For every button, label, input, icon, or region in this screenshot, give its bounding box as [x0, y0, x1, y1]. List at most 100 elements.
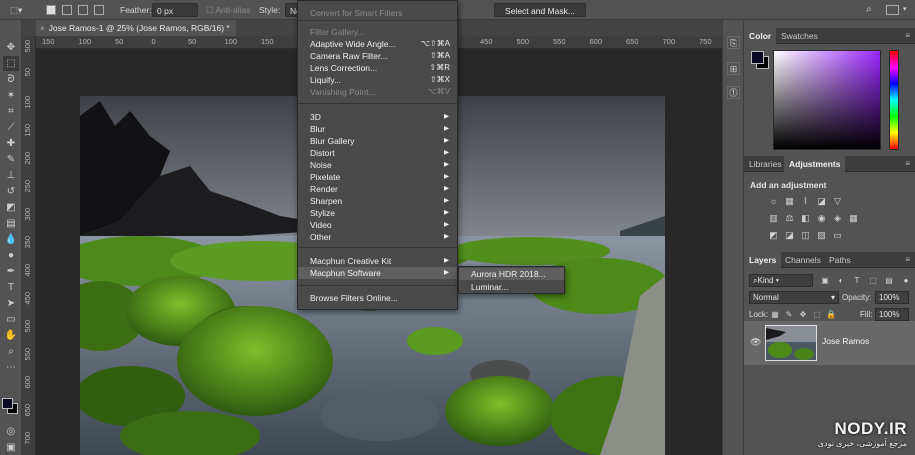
filter-menu-item[interactable]: Macphun Software ▶ — [298, 267, 457, 279]
filter-menu-item[interactable]: Pixelate ▶ — [298, 171, 457, 183]
lock-artboard-icon[interactable]: ⬚ — [812, 308, 822, 321]
color-balance-icon[interactable]: ⚖ — [784, 213, 795, 224]
close-tab-icon[interactable]: × — [40, 24, 45, 33]
dodge-tool-icon[interactable]: ● — [3, 248, 19, 263]
black-white-icon[interactable]: ◧ — [800, 213, 811, 224]
properties-panel-icon[interactable]: ⊞ — [727, 62, 740, 75]
info-panel-icon[interactable]: ⓵ — [727, 86, 740, 99]
gradient-map-icon[interactable]: ▭ — [832, 230, 843, 241]
filter-menu-item[interactable]: Video ▶ — [298, 219, 457, 231]
filter-menu-item[interactable]: Lens Correction... ⇧⌘R — [298, 62, 457, 74]
filter-menu-item[interactable]: Camera Raw Filter... ⇧⌘A — [298, 50, 457, 62]
layer-item[interactable]: 👁 Jose Ramos — [744, 321, 915, 365]
path-selection-tool-icon[interactable]: ➤ — [3, 296, 19, 311]
tab-channels[interactable]: Channels — [780, 252, 826, 268]
brightness-contrast-icon[interactable]: ☼ — [768, 196, 779, 207]
workspace-icon[interactable] — [886, 5, 899, 15]
clone-stamp-tool-icon[interactable]: ⊥ — [3, 168, 19, 183]
selective-color-icon[interactable]: ▧ — [816, 230, 827, 241]
color-spectrum-field[interactable] — [773, 50, 881, 171]
filter-menu-item[interactable]: Sharpen ▶ — [298, 195, 457, 207]
new-selection-mode-icon[interactable] — [46, 5, 56, 15]
ruler-vertical[interactable]: 500 50 100 150 200 250 300 350 400 450 500 550 600 65… — [22, 36, 36, 455]
hand-tool-icon[interactable]: ✋ — [3, 328, 19, 343]
quick-mask-icon[interactable]: ◎ — [3, 424, 19, 439]
filter-menu-item[interactable]: Adaptive Wide Angle... ⌥⇧⌘A — [298, 38, 457, 50]
filter-menu-item[interactable]: Macphun Creative Kit ▶ — [298, 255, 457, 267]
filter-menu-item[interactable]: Stylize ▶ — [298, 207, 457, 219]
move-tool-icon[interactable]: ✥ — [3, 40, 19, 55]
filter-menu-item[interactable]: Noise ▶ — [298, 159, 457, 171]
workspace-chevron-icon[interactable]: ▾ — [903, 3, 907, 17]
intersect-selection-mode-icon[interactable] — [94, 5, 104, 15]
filter-menu-item[interactable]: Blur ▶ — [298, 123, 457, 135]
lock-all-icon[interactable]: 🔒 — [826, 308, 836, 321]
pixel-filter-icon[interactable]: ▣ — [820, 274, 830, 287]
exposure-icon[interactable]: ◪ — [816, 196, 827, 207]
curves-icon[interactable]: ⌇ — [800, 196, 811, 207]
hue-saturation-icon[interactable]: ▥ — [768, 213, 779, 224]
filter-menu-item[interactable]: Blur Gallery ▶ — [298, 135, 457, 147]
eyedropper-tool-icon[interactable]: ⟋ — [3, 120, 19, 135]
adjustment-filter-icon[interactable]: ◐ — [836, 274, 846, 287]
threshold-icon[interactable]: ◫ — [800, 230, 811, 241]
subtract-selection-mode-icon[interactable] — [78, 5, 88, 15]
search-icon[interactable]: ⌕ — [866, 3, 872, 17]
filter-menu-item[interactable]: Other ▶ — [298, 231, 457, 243]
gradient-tool-icon[interactable]: ▤ — [3, 216, 19, 231]
feather-input[interactable]: 0 px — [152, 3, 198, 17]
marquee-tool-icon[interactable]: ⬚ — [3, 56, 19, 71]
lock-position-icon[interactable]: ✥ — [798, 308, 808, 321]
select-and-mask-button[interactable]: Select and Mask... — [494, 3, 586, 17]
history-brush-tool-icon[interactable]: ↺ — [3, 184, 19, 199]
submenu-item[interactable]: Aurora HDR 2018... — [459, 268, 564, 280]
tab-libraries[interactable]: Libraries — [744, 156, 787, 172]
lock-pixels-icon[interactable]: ✎ — [784, 308, 794, 321]
antialias-checkbox[interactable]: ☐ Anti-alias — [206, 3, 250, 17]
filter-menu-item[interactable]: Render ▶ — [298, 183, 457, 195]
layer-kind-filter-select[interactable]: ⌕Kind ▾ — [749, 274, 813, 287]
filter-toggle-icon[interactable]: ● — [901, 274, 911, 287]
blend-mode-select[interactable]: Normal ▾ — [749, 291, 839, 304]
posterize-icon[interactable]: ◪ — [784, 230, 795, 241]
tab-swatches[interactable]: Swatches — [776, 28, 823, 44]
type-filter-icon[interactable]: T — [852, 274, 862, 287]
lasso-tool-icon[interactable]: ᘐ — [3, 72, 19, 87]
levels-icon[interactable]: ▦ — [784, 196, 795, 207]
shape-filter-icon[interactable]: ⬚ — [868, 274, 878, 287]
color-panel-foreground-swatch[interactable] — [751, 51, 764, 64]
zoom-tool-icon[interactable]: ⌕ — [3, 344, 19, 359]
filter-menu-item[interactable]: Distort ▶ — [298, 147, 457, 159]
eraser-tool-icon[interactable]: ◩ — [3, 200, 19, 215]
layer-name[interactable]: Jose Ramos — [822, 336, 869, 346]
filter-menu-item[interactable]: Browse Filters Online... — [298, 292, 457, 304]
crop-tool-icon[interactable]: ⌗ — [3, 104, 19, 119]
brush-tool-icon[interactable]: ✎ — [3, 152, 19, 167]
submenu-item[interactable]: Luminar... — [459, 281, 564, 293]
panel-menu-icon[interactable]: ≡ — [905, 28, 910, 43]
magic-wand-tool-icon[interactable]: ✶ — [3, 88, 19, 103]
smart-object-filter-icon[interactable]: ▤ — [884, 274, 894, 287]
healing-brush-tool-icon[interactable]: ✚ — [3, 136, 19, 151]
document-tab[interactable]: × Jose Ramos-1 @ 25% (Jose Ramos, RGB/16)… — [36, 20, 236, 36]
foreground-color-swatch[interactable] — [2, 398, 13, 409]
tab-layers[interactable]: Layers — [744, 252, 782, 268]
fill-input[interactable]: 100% — [875, 308, 909, 321]
channel-mixer-icon[interactable]: ◈ — [832, 213, 843, 224]
lock-transparent-icon[interactable]: ▦ — [770, 308, 780, 321]
photo-filter-icon[interactable]: ◉ — [816, 213, 827, 224]
tab-paths[interactable]: Paths — [824, 252, 856, 268]
panel-menu-icon[interactable]: ≡ — [905, 252, 910, 267]
blur-tool-icon[interactable]: 💧 — [3, 232, 19, 247]
edit-toolbar-icon[interactable]: ⋯ — [3, 360, 19, 375]
add-selection-mode-icon[interactable] — [62, 5, 72, 15]
history-panel-icon[interactable]: ⎘ — [727, 36, 740, 49]
opacity-input[interactable]: 100% — [875, 291, 909, 304]
screen-mode-icon[interactable]: ▣ — [3, 440, 19, 455]
filter-menu-item[interactable]: 3D ▶ — [298, 111, 457, 123]
type-tool-icon[interactable]: T — [3, 280, 19, 295]
tab-adjustments[interactable]: Adjustments — [784, 156, 846, 172]
visibility-eye-icon[interactable]: 👁 — [750, 337, 761, 348]
filter-menu-item[interactable]: Liquify... ⇧⌘X — [298, 74, 457, 86]
invert-icon[interactable]: ◩ — [768, 230, 779, 241]
